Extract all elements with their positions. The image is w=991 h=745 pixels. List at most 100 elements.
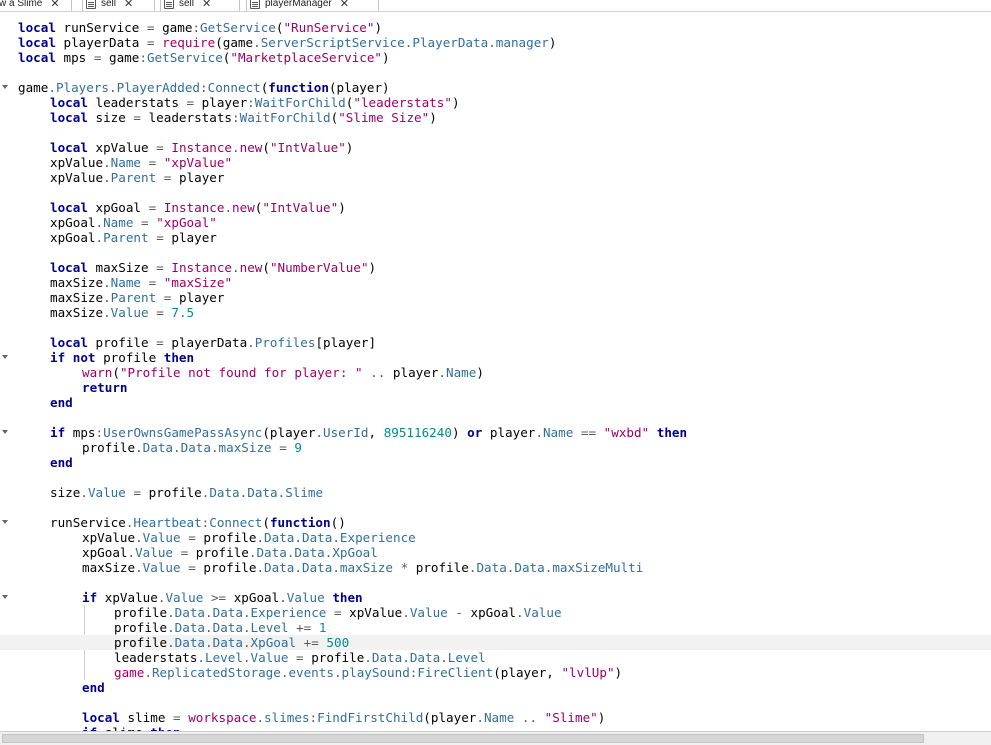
code-token: Data xyxy=(371,650,403,665)
code-text: leaderstats.Level.Value = profile.Data.D… xyxy=(114,650,486,665)
code-line[interactable]: xpGoal.Parent = player xyxy=(0,230,991,245)
close-icon[interactable]: ✕ xyxy=(50,0,59,10)
code-token: profile xyxy=(141,485,202,500)
code-line[interactable]: if not profile then xyxy=(0,350,991,365)
code-line[interactable]: local runService = game:GetService("RunS… xyxy=(0,20,991,35)
code-line[interactable]: local size = leaderstats:WaitForChild("S… xyxy=(0,110,991,125)
code-line[interactable] xyxy=(0,575,991,590)
code-line[interactable]: warn("Profile not found for player: " ..… xyxy=(0,365,991,380)
code-token: . xyxy=(402,650,410,665)
code-line[interactable]: local xpValue = Instance.new("IntValue") xyxy=(0,140,991,155)
code-line[interactable]: local slime = workspace.slimes:FindFirst… xyxy=(0,710,991,725)
code-line[interactable]: maxSize.Parent = player xyxy=(0,290,991,305)
code-token: Value xyxy=(286,590,325,605)
close-icon[interactable]: ✕ xyxy=(340,0,349,10)
code-line[interactable]: xpValue.Name = "xpValue" xyxy=(0,155,991,170)
code-token: . xyxy=(333,665,342,680)
code-text: xpValue.Parent = player xyxy=(50,170,224,185)
code-token: Data xyxy=(264,530,295,545)
code-line[interactable] xyxy=(0,245,991,260)
fold-arrow-icon[interactable] xyxy=(2,595,8,599)
code-line[interactable]: end xyxy=(0,680,991,695)
code-line[interactable] xyxy=(0,320,991,335)
tab-label: sell xyxy=(101,0,117,9)
code-token: . xyxy=(135,560,143,575)
fold-arrow-icon[interactable] xyxy=(2,520,8,524)
code-line[interactable]: game.ReplicatedStorage.events.playSound:… xyxy=(0,665,991,680)
code-line[interactable]: if xpValue.Value >= xpGoal.Value then xyxy=(0,590,991,605)
code-token: Value xyxy=(142,560,181,575)
code-line[interactable]: xpValue.Parent = player xyxy=(0,170,991,185)
fold-arrow-icon[interactable] xyxy=(2,430,8,434)
code-line[interactable]: profile.Data.Data.XpGoal += 500 xyxy=(0,635,991,650)
code-line[interactable]: local profile = playerData.Profiles[play… xyxy=(0,335,991,350)
code-token: Experience xyxy=(339,530,416,545)
code-token: . xyxy=(205,605,213,620)
code-line[interactable] xyxy=(0,695,991,710)
code-line[interactable] xyxy=(0,500,991,515)
code-line[interactable]: local xpGoal = Instance.new("IntValue") xyxy=(0,200,991,215)
code-token: , xyxy=(368,425,384,440)
code-line[interactable]: end xyxy=(0,395,991,410)
code-token: profile xyxy=(195,530,257,545)
code-token: = xyxy=(333,605,342,620)
code-line[interactable]: maxSize.Value = 7.5 xyxy=(0,305,991,320)
code-line[interactable] xyxy=(0,65,991,80)
code-token: Data xyxy=(212,635,243,650)
code-token: end xyxy=(50,455,73,470)
code-line[interactable]: xpGoal.Value = profile.Data.Data.XpGoal xyxy=(0,545,991,560)
code-line[interactable]: runService.Heartbeat:Connect(function() xyxy=(0,515,991,530)
code-line[interactable]: maxSize.Name = "maxSize" xyxy=(0,275,991,290)
code-token: . xyxy=(205,620,213,635)
code-line[interactable]: local mps = game:GetService("Marketplace… xyxy=(0,50,991,65)
close-icon[interactable]: ✕ xyxy=(124,0,133,10)
code-line[interactable]: return xyxy=(0,380,991,395)
fold-arrow-icon[interactable] xyxy=(2,355,8,359)
code-line[interactable]: local playerData = require(game.ServerSc… xyxy=(0,35,991,50)
fold-arrow-icon[interactable] xyxy=(2,85,8,89)
code-token: leaderstats xyxy=(87,95,187,110)
tab-slime-script[interactable]: w a Slime ✕ xyxy=(0,0,72,11)
code-token: Data xyxy=(212,620,243,635)
code-line[interactable]: end xyxy=(0,455,991,470)
code-token: . xyxy=(167,620,175,635)
code-token: = xyxy=(133,485,142,500)
code-token: local xyxy=(50,200,88,215)
scrollbar-thumb[interactable] xyxy=(2,734,924,743)
code-line[interactable]: profile.Data.Data.maxSize = 9 xyxy=(0,440,991,455)
code-line[interactable]: profile.Data.Data.Level += 1 xyxy=(0,620,991,635)
code-token: profile xyxy=(195,560,257,575)
code-line[interactable]: game.Players.PlayerAdded:Connect(functio… xyxy=(0,80,991,95)
code-token: xpGoal xyxy=(50,215,96,230)
code-line[interactable]: maxSize.Value = profile.Data.Data.maxSiz… xyxy=(0,560,991,575)
code-token: ) xyxy=(429,110,437,125)
code-editor[interactable]: local runService = game:GetService("RunS… xyxy=(0,13,991,731)
tab-sell-1[interactable]: sell ✕ xyxy=(82,0,155,11)
code-line[interactable]: local maxSize = Instance.new("NumberValu… xyxy=(0,260,991,275)
code-token: "Slime Size" xyxy=(338,110,430,125)
code-line[interactable]: xpGoal.Name = "xpGoal" xyxy=(0,215,991,230)
code-token: = xyxy=(279,440,287,455)
code-token: player xyxy=(163,230,217,245)
code-line[interactable]: if mps:UserOwnsGamePassAsync(player.User… xyxy=(0,425,991,440)
code-line[interactable] xyxy=(0,410,991,425)
code-line[interactable]: local leaderstats = player:WaitForChild(… xyxy=(0,95,991,110)
tab-player-manager[interactable]: playerManager ✕ xyxy=(246,0,379,11)
code-line[interactable]: size.Value = profile.Data.Data.Slime xyxy=(0,485,991,500)
code-token: PlayerData xyxy=(412,35,489,50)
code-token: . xyxy=(232,260,240,275)
code-line[interactable]: xpValue.Value = profile.Data.Data.Experi… xyxy=(0,530,991,545)
code-line[interactable] xyxy=(0,185,991,200)
code-token: profile xyxy=(114,605,168,620)
code-line[interactable] xyxy=(0,125,991,140)
code-token: if xyxy=(50,350,66,365)
code-line[interactable]: profile.Data.Data.Experience = xpValue.V… xyxy=(0,605,991,620)
close-icon[interactable]: ✕ xyxy=(202,0,211,10)
horizontal-scrollbar[interactable] xyxy=(0,731,991,745)
code-line[interactable] xyxy=(0,470,991,485)
code-text: profile.Data.Data.Experience = xpValue.V… xyxy=(114,605,562,620)
code-line[interactable]: leaderstats.Level.Value = profile.Data.D… xyxy=(0,650,991,665)
tab-sell-2[interactable]: sell ✕ xyxy=(160,0,240,11)
